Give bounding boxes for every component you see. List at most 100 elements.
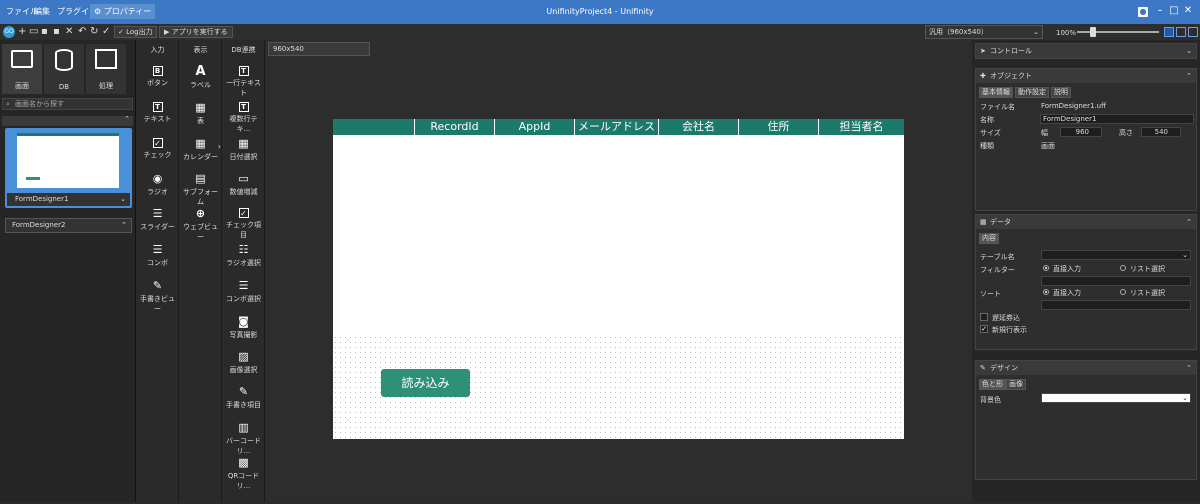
stepper-icon: ▭: [238, 172, 249, 185]
tool-radio-select[interactable]: ☷ ラジオ選択: [223, 244, 264, 268]
run-app-button[interactable]: ▶ アプリを実行する: [159, 26, 233, 38]
tool-image-select[interactable]: ▨ 画像選択: [223, 351, 264, 375]
tab-description[interactable]: 説明: [1051, 87, 1071, 98]
tab-content[interactable]: 内容: [979, 233, 999, 244]
tool-date-select[interactable]: ▦ 日付選択: [223, 138, 264, 162]
sort-list-radio[interactable]: [1120, 289, 1126, 295]
title-bar: ファイル 編集 プラグイン ⚙ プロパティー UnifinityProject4…: [0, 0, 1200, 24]
tab-image[interactable]: 画像: [1006, 379, 1026, 390]
sort-direct-radio[interactable]: [1043, 289, 1049, 295]
grid-column-header[interactable]: 会社名: [658, 119, 738, 135]
tool-barcode-reader[interactable]: ▥ バーコードリ...: [223, 422, 264, 456]
puzzle-icon: ✚: [980, 72, 986, 80]
form-card-formdesigner2[interactable]: FormDesigner2 ⌃: [5, 218, 132, 233]
view-split-icon[interactable]: [1176, 27, 1186, 37]
tool-calendar[interactable]: ▦ カレンダー: [180, 138, 221, 162]
grid-column-header[interactable]: 担当者名: [818, 119, 904, 135]
refresh-icon[interactable]: ↻: [90, 26, 98, 38]
filter-input[interactable]: [1041, 276, 1191, 286]
chevron-down-icon: ⌄: [1182, 251, 1188, 259]
tool-table[interactable]: ▦ 表: [180, 102, 221, 126]
maximize-icon[interactable]: □: [1167, 5, 1181, 17]
tool-slider[interactable]: ☰ スライダー: [137, 208, 178, 232]
form-name-label: FormDesigner1 ⌄: [7, 193, 130, 206]
grid-column-header[interactable]: メールアドレス: [574, 119, 658, 135]
tool-single-line-text[interactable]: T 一行テキスト: [223, 66, 264, 98]
tool-handwriting-item[interactable]: ✎ 手書き項目: [223, 386, 264, 410]
data-grid-header[interactable]: RecordId AppId メールアドレス 会社名 住所 担当者名: [333, 119, 904, 135]
chevron-down-icon[interactable]: ⌄: [120, 193, 126, 206]
tool-handwriting-view[interactable]: ✎ 手書きビュー: [137, 280, 178, 314]
tool-check[interactable]: ✓ チェック: [137, 138, 178, 160]
view-single-icon[interactable]: [1164, 27, 1174, 37]
tool-combo[interactable]: ☰ コンボ: [137, 244, 178, 268]
grid-column-header[interactable]: AppId: [494, 119, 574, 135]
name-input[interactable]: FormDesigner1: [1040, 114, 1194, 124]
tab-behavior[interactable]: 動作設定: [1015, 87, 1049, 98]
canvas-tab[interactable]: 960x540: [268, 42, 370, 56]
control-section[interactable]: ➤ コントロール ⌄: [975, 43, 1197, 59]
delete-icon[interactable]: ✕: [65, 26, 73, 38]
tool-number-stepper[interactable]: ▭ 数値増減: [223, 173, 264, 197]
tab-basic-info[interactable]: 基本情報: [979, 87, 1013, 98]
label-tool-icon: A: [195, 64, 206, 79]
width-stepper[interactable]: 960: [1060, 127, 1102, 137]
tool-combo-select[interactable]: ☰ コンボ選択: [223, 280, 264, 304]
combo-tool-icon: ☰: [152, 243, 163, 256]
tool-label[interactable]: A ラベル: [180, 64, 221, 90]
check-icon[interactable]: ✓: [102, 26, 110, 38]
tool-text[interactable]: T テキスト: [137, 102, 178, 124]
tool-qr-reader[interactable]: ▩ QRコードリ...: [223, 457, 264, 491]
tool-button[interactable]: B ボタン: [137, 66, 178, 88]
control-label: コントロール: [990, 47, 1032, 55]
chevron-right-icon[interactable]: ›: [218, 142, 221, 151]
zoom-slider-thumb[interactable]: [1090, 27, 1097, 37]
chevron-up-icon[interactable]: ⌃: [121, 219, 127, 232]
lazy-load-checkbox[interactable]: [980, 313, 988, 321]
tool-multi-line-text[interactable]: T 複数行テキ...: [223, 102, 264, 134]
form-card-formdesigner1[interactable]: FormDesigner1 ⌄: [5, 128, 132, 208]
undo-icon[interactable]: ↶: [78, 26, 86, 38]
background-color-select[interactable]: ⌄: [1041, 393, 1191, 403]
load-button[interactable]: 読み込み: [381, 369, 470, 397]
add-icon[interactable]: +: [18, 26, 26, 38]
tool-webview[interactable]: ⊕ ウェブビュー: [180, 208, 221, 242]
tab-screen[interactable]: 画面: [2, 44, 42, 94]
radio-list-icon: ☷: [238, 243, 249, 256]
tool-check-item[interactable]: ✓ チェック項目: [223, 208, 264, 240]
new-row-label: 新規行表示: [992, 326, 1027, 334]
new-row-checkbox[interactable]: ✓: [980, 325, 988, 333]
screen-search-input[interactable]: ⌕ 画面名から探す: [2, 98, 133, 110]
minimize-icon[interactable]: –: [1153, 5, 1167, 17]
filter-direct-radio[interactable]: [1043, 265, 1049, 271]
grid-column-header[interactable]: 住所: [738, 119, 818, 135]
camera-icon: ◙: [238, 315, 249, 328]
close-icon[interactable]: ✕: [1181, 5, 1195, 17]
object-title: オブジェクト: [990, 72, 1032, 80]
view-grid-icon[interactable]: [1188, 27, 1198, 37]
tab-color-shape[interactable]: 色と形: [979, 379, 1006, 390]
chevron-up-icon: ⌃: [1186, 72, 1192, 80]
log-output-button[interactable]: ✓ Log出力: [114, 26, 157, 38]
user-icon[interactable]: ●: [1138, 7, 1148, 17]
object-section: ✚ オブジェクト ⌃ 基本情報 動作設定 説明 ファイル名 FormDesigner…: [975, 68, 1197, 211]
height-stepper[interactable]: 540: [1141, 127, 1181, 137]
filename-label: ファイル名: [980, 103, 1015, 111]
form-list-header[interactable]: ⌃: [2, 115, 133, 126]
tool-photo[interactable]: ◙ 写真撮影: [223, 316, 264, 340]
tool-radio[interactable]: ◉ ラジオ: [137, 173, 178, 197]
filter-list-radio[interactable]: [1120, 265, 1126, 271]
tab-process[interactable]: 処理: [86, 44, 126, 94]
table-name-select[interactable]: ⌄: [1041, 250, 1191, 260]
tab-db[interactable]: DB: [44, 44, 84, 94]
sort-input[interactable]: [1041, 300, 1191, 310]
zoom-slider-track[interactable]: [1077, 31, 1159, 33]
tool-subform[interactable]: ▤ サブフォーム: [180, 173, 221, 207]
open-folder-icon[interactable]: ▭: [29, 26, 38, 38]
grid-column-header[interactable]: RecordId: [414, 119, 494, 135]
resolution-select[interactable]: 汎用（960x540） ⌄: [925, 25, 1043, 39]
pencil-icon: ✎: [238, 385, 249, 398]
save-all-icon[interactable]: ▪: [53, 26, 60, 38]
toolbox-input-header: 入力: [150, 46, 165, 54]
save-icon[interactable]: ▪: [41, 26, 48, 38]
